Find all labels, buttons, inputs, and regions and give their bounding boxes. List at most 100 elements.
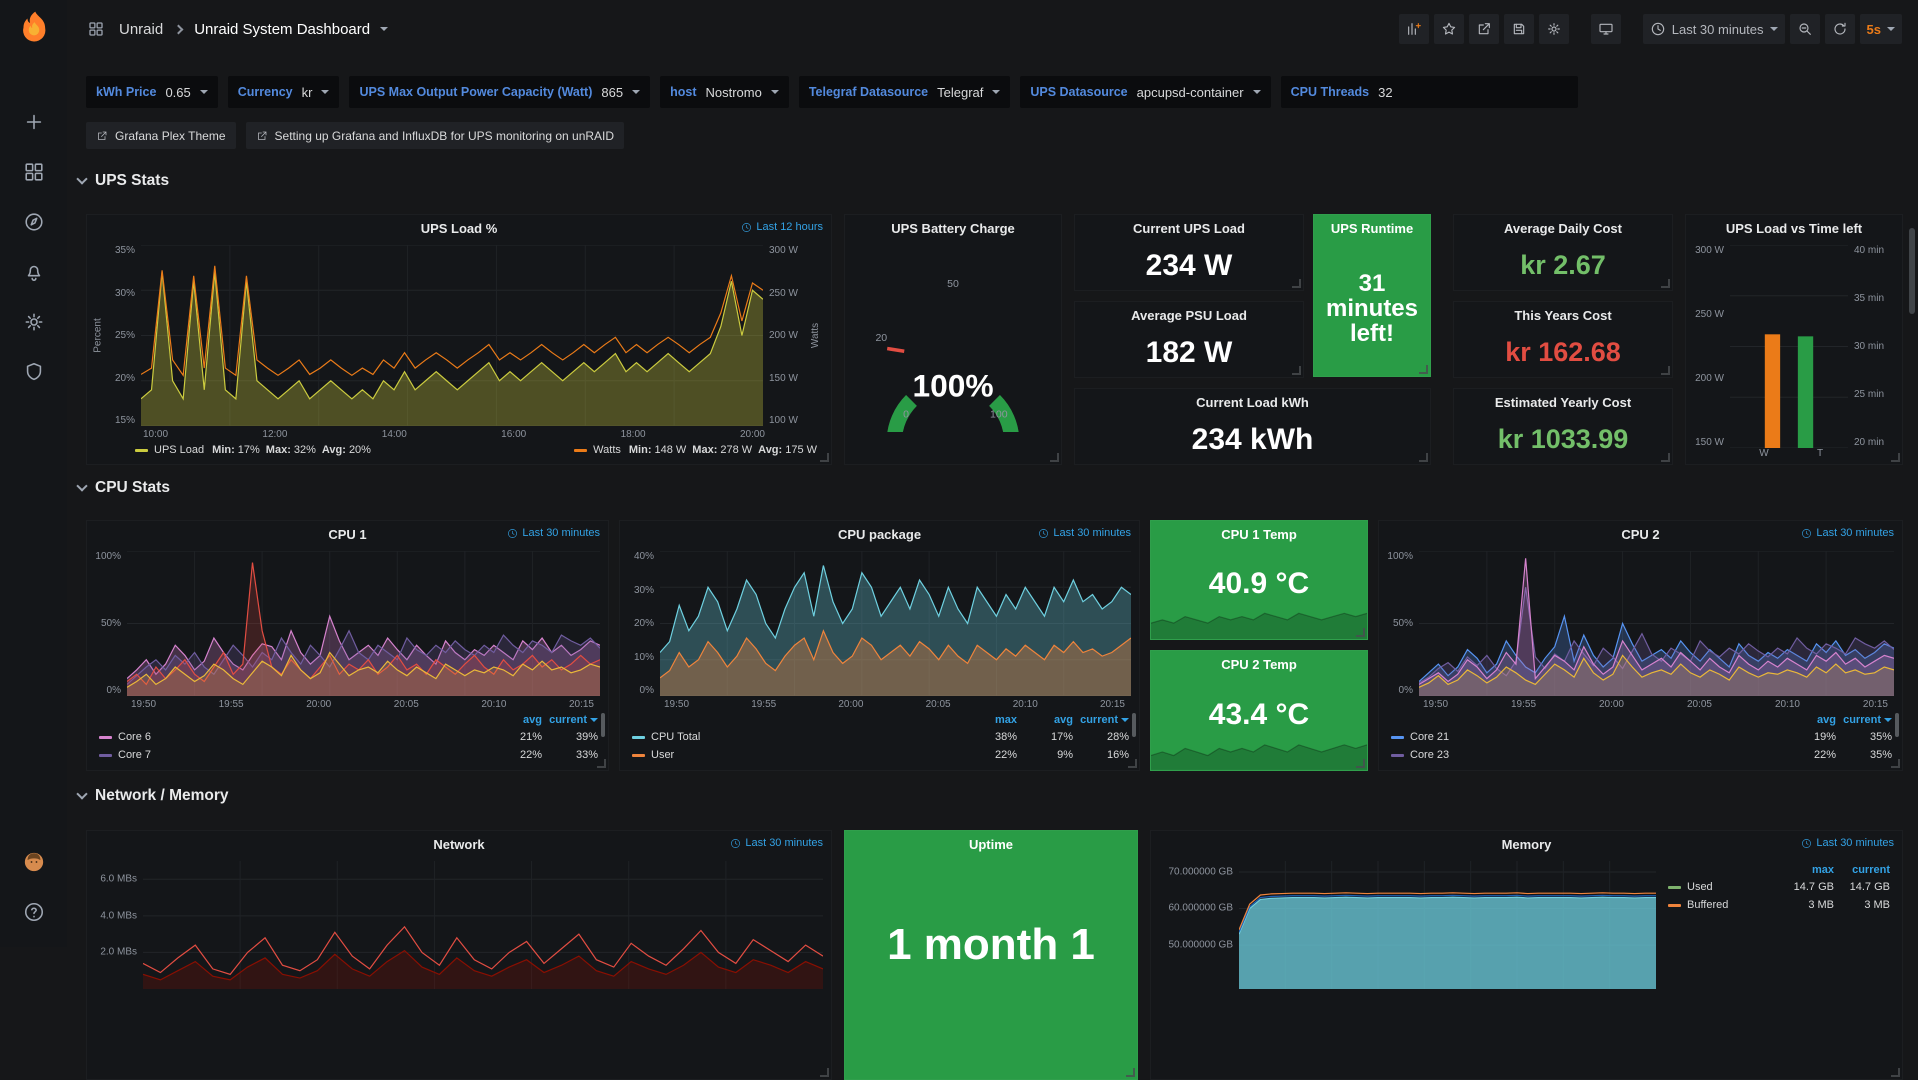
- clock-icon: [730, 838, 741, 849]
- gauge-label-mid: 50: [947, 278, 959, 290]
- variable-telegraf-datasource[interactable]: Telegraf DatasourceTelegraf: [799, 76, 1011, 108]
- panel-title[interactable]: UPS Runtime: [1331, 221, 1413, 236]
- legend-col-current[interactable]: current: [1834, 864, 1890, 876]
- time-override-badge: Last 30 minutes: [730, 837, 823, 849]
- cycle-view-monitor-button[interactable]: [1591, 14, 1621, 44]
- cpu-threads-input[interactable]: [1378, 79, 1568, 105]
- user-avatar[interactable]: [15, 843, 53, 881]
- legend-scrollbar[interactable]: [1895, 713, 1899, 737]
- y-axis-ticks: 6.0 MBs 4.0 MBs 2.0 MBs: [91, 861, 143, 989]
- dashboard-link-ups-monitoring[interactable]: Setting up Grafana and InfluxDB for UPS …: [246, 122, 625, 149]
- sort-caret-icon: [1121, 718, 1129, 722]
- star-button[interactable]: [1434, 14, 1464, 44]
- page-scrollbar[interactable]: [1909, 228, 1915, 314]
- section-ups-stats[interactable]: UPS Stats: [78, 172, 169, 190]
- series-swatch: [1668, 886, 1681, 889]
- panel-title[interactable]: Memory: [1502, 837, 1552, 852]
- panel-title[interactable]: Average PSU Load: [1131, 308, 1247, 323]
- legend-col-avg[interactable]: avg: [1780, 714, 1836, 726]
- legend-header: avg current: [99, 711, 598, 728]
- panel-cpu-2: CPU 2 Last 30 minutes 100%50%0% 19:5019:…: [1378, 520, 1903, 771]
- dashboard-title[interactable]: Unraid System Dashboard: [194, 21, 370, 38]
- legend-scrollbar[interactable]: [1132, 713, 1136, 737]
- series-swatch: [632, 754, 645, 757]
- section-network-memory[interactable]: Network / Memory: [78, 787, 229, 805]
- panel-title[interactable]: This Years Cost: [1514, 308, 1611, 323]
- panel-title[interactable]: CPU 1 Temp: [1221, 527, 1297, 542]
- sparkline: [1151, 597, 1367, 639]
- stat-value: kr 1033.99: [1454, 415, 1672, 464]
- panel-title[interactable]: Current UPS Load: [1133, 221, 1245, 236]
- panel-title[interactable]: Current Load kWh: [1196, 395, 1309, 410]
- apps-grid-icon[interactable]: [83, 16, 109, 42]
- cpu2-chart[interactable]: [1419, 551, 1894, 696]
- zoom-out-button[interactable]: [1790, 14, 1820, 44]
- panel-title[interactable]: CPU 1: [328, 527, 366, 542]
- legend-col-max[interactable]: max: [1778, 864, 1834, 876]
- legend-item-ups-load[interactable]: UPS Load Min:17% Max:32% Avg:20%: [135, 444, 371, 456]
- section-cpu-stats[interactable]: CPU Stats: [78, 479, 170, 497]
- series-swatch: [1668, 904, 1681, 907]
- help-icon[interactable]: [15, 893, 53, 931]
- ups-load-vs-time-chart[interactable]: [1730, 245, 1848, 448]
- add-panel-button[interactable]: [1399, 14, 1429, 44]
- cpu-package-chart[interactable]: [660, 551, 1131, 696]
- legend-col-avg[interactable]: avg: [486, 714, 542, 726]
- panel-title[interactable]: UPS Load %: [421, 221, 498, 236]
- breadcrumb-separator-icon: [174, 24, 184, 34]
- panel-title[interactable]: CPU package: [838, 527, 921, 542]
- panel-title[interactable]: Estimated Yearly Cost: [1495, 395, 1631, 410]
- cpu1-chart[interactable]: [127, 551, 600, 696]
- server-admin-shield-icon[interactable]: [15, 353, 53, 391]
- dashboard-link-plex-theme[interactable]: Grafana Plex Theme: [86, 122, 236, 149]
- legend-col-current[interactable]: current: [1836, 714, 1892, 726]
- dashboard-links-row: Grafana Plex Theme Setting up Grafana an…: [86, 122, 624, 149]
- configuration-gear-icon[interactable]: [15, 303, 53, 341]
- refresh-interval-button[interactable]: 5s: [1860, 14, 1902, 44]
- panel-title[interactable]: Average Daily Cost: [1504, 221, 1622, 236]
- template-variables-row: kWh Price0.65 Currencykr UPS Max Output …: [86, 76, 1578, 108]
- explore-compass-icon[interactable]: [15, 203, 53, 241]
- share-button[interactable]: [1469, 14, 1499, 44]
- series-swatch: [1391, 736, 1404, 739]
- legend-item-watts[interactable]: Watts Min:148 W Max:278 W Avg:175 W: [574, 444, 817, 456]
- gauge-label-threshold: 20: [875, 332, 887, 344]
- alerting-bell-icon[interactable]: [15, 253, 53, 291]
- panel-title[interactable]: CPU 2 Temp: [1221, 657, 1297, 672]
- variable-kwh-price[interactable]: kWh Price0.65: [86, 76, 218, 108]
- legend-col-current[interactable]: current: [542, 714, 598, 726]
- dashboards-icon[interactable]: [15, 153, 53, 191]
- dashboard-settings-button[interactable]: [1539, 14, 1569, 44]
- variable-ups-max-output[interactable]: UPS Max Output Power Capacity (Watt)865: [349, 76, 650, 108]
- breadcrumb-app[interactable]: Unraid: [119, 21, 163, 38]
- legend-scrollbar[interactable]: [601, 713, 605, 737]
- panel-title[interactable]: UPS Battery Charge: [891, 221, 1015, 236]
- time-picker-button[interactable]: Last 30 minutes: [1643, 14, 1785, 44]
- panel-title[interactable]: Uptime: [969, 837, 1013, 852]
- panel-cpu-1-temp: CPU 1 Temp 40.9 °C: [1150, 520, 1368, 640]
- grafana-logo[interactable]: [13, 9, 55, 51]
- panel-title[interactable]: Network: [433, 837, 484, 852]
- legend-table: max current Used 14.7 GB 14.7 GB Buffere…: [1656, 861, 1894, 989]
- refresh-button[interactable]: [1825, 14, 1855, 44]
- legend-col-max[interactable]: max: [961, 714, 1017, 726]
- panel-title[interactable]: CPU 2: [1621, 527, 1659, 542]
- legend-row-user: User 22% 9% 16%: [632, 746, 1129, 764]
- memory-chart[interactable]: [1239, 861, 1656, 989]
- ups-load-chart[interactable]: [141, 245, 763, 426]
- panel-title[interactable]: UPS Load vs Time left: [1726, 221, 1862, 236]
- variable-ups-datasource[interactable]: UPS Datasourceapcupsd-container: [1020, 76, 1270, 108]
- external-link-icon: [256, 130, 268, 142]
- title-caret-icon[interactable]: [380, 27, 388, 31]
- variable-host[interactable]: hostNostromo: [660, 76, 789, 108]
- create-icon[interactable]: [15, 103, 53, 141]
- legend-col-avg[interactable]: avg: [1017, 714, 1073, 726]
- chevron-down-icon: [76, 480, 87, 491]
- time-override-badge: Last 30 minutes: [1801, 527, 1894, 539]
- network-chart[interactable]: [143, 861, 823, 989]
- panel-average-psu-load: Average PSU Load 182 W: [1074, 301, 1304, 378]
- variable-currency[interactable]: Currencykr: [228, 76, 340, 108]
- save-button[interactable]: [1504, 14, 1534, 44]
- refresh-interval-label: 5s: [1867, 22, 1881, 37]
- legend-col-current[interactable]: current: [1073, 714, 1129, 726]
